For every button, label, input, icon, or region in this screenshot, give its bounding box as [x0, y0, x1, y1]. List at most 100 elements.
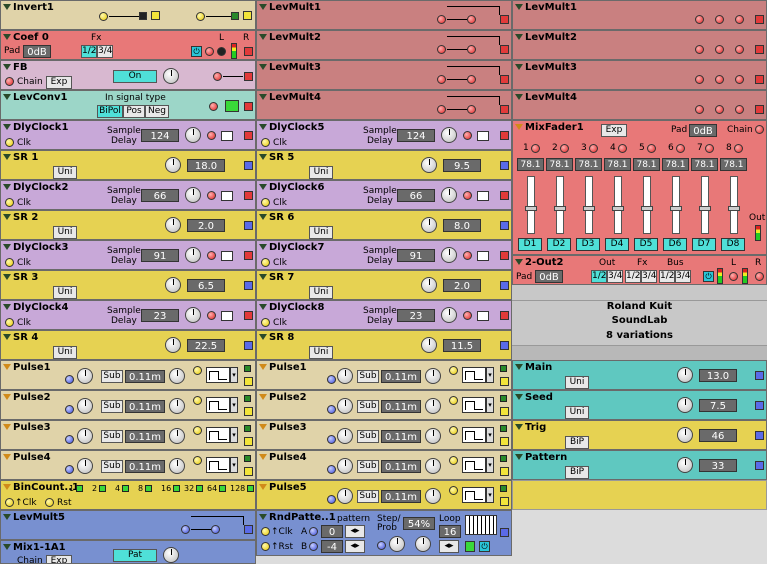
input-jack[interactable]: [209, 102, 218, 111]
clk-input-jack[interactable]: [261, 527, 270, 536]
input-jack[interactable]: [211, 525, 220, 534]
delay-knob[interactable]: [441, 127, 457, 143]
power-icon[interactable]: ⏻: [703, 271, 714, 282]
output-port[interactable]: [244, 437, 253, 446]
sr-value[interactable]: 8.0: [443, 219, 481, 232]
module-dlyclock[interactable]: DlyClock4 Clk Sample Delay 23: [0, 300, 256, 330]
uni-button[interactable]: Uni: [309, 226, 333, 239]
time-value[interactable]: 0.11m: [381, 370, 421, 383]
output-port[interactable]: [500, 191, 509, 200]
channel-level-value[interactable]: 78.1: [546, 158, 573, 171]
input-jack[interactable]: [735, 15, 744, 24]
fader-handle[interactable]: [525, 206, 537, 211]
dropdown-icon[interactable]: ▾: [486, 427, 494, 443]
sr-value[interactable]: 6.5: [187, 279, 225, 292]
input-jack[interactable]: [65, 375, 74, 384]
channel-level-value[interactable]: 78.1: [633, 158, 660, 171]
input-jack[interactable]: [735, 45, 744, 54]
module-pulse[interactable]: Pulse5 Sub 0.11m ▾: [256, 480, 512, 510]
sub-button[interactable]: Sub: [357, 490, 379, 503]
mod-knob[interactable]: [77, 458, 93, 474]
trigger-input-jack[interactable]: [449, 396, 458, 405]
input-jack[interactable]: [217, 47, 226, 56]
module-pulse[interactable]: Pulse2 Sub 0.11m ▾: [0, 390, 256, 420]
module-dlyclock[interactable]: DlyClock6 Clk Sample Delay 66: [256, 180, 512, 210]
step-knob[interactable]: [389, 536, 405, 552]
delay-knob[interactable]: [441, 247, 457, 263]
clk-input-jack[interactable]: [261, 258, 270, 267]
module-levmult[interactable]: LevMult4: [256, 90, 512, 120]
input-jack[interactable]: [735, 105, 744, 114]
dropdown-icon[interactable]: ▾: [230, 397, 238, 413]
sr-value[interactable]: 9.5: [443, 159, 481, 172]
channel-input-jack[interactable]: [589, 144, 598, 153]
module-levmult[interactable]: LevMult2: [256, 30, 512, 60]
collapse-icon[interactable]: [515, 34, 523, 40]
collapse-icon[interactable]: [259, 214, 267, 220]
channel-fader[interactable]: [641, 176, 653, 234]
module-sr[interactable]: SR 2 Uni 2.0: [0, 210, 256, 240]
left-input-jack[interactable]: [729, 272, 738, 281]
delay-value[interactable]: 91: [397, 249, 435, 262]
value-knob[interactable]: [677, 427, 693, 443]
value-knob[interactable]: [421, 217, 437, 233]
channel-input-jack[interactable]: [531, 144, 540, 153]
time-knob[interactable]: [425, 398, 441, 414]
input-jack[interactable]: [467, 75, 476, 84]
output-port[interactable]: [755, 15, 764, 24]
output-port[interactable]: [244, 102, 253, 111]
collapse-icon[interactable]: [259, 184, 267, 190]
delay-value[interactable]: 124: [397, 129, 435, 142]
collapse-icon[interactable]: [3, 184, 11, 190]
module-constant[interactable]: Main Uni 13.0: [512, 360, 767, 390]
collapse-icon[interactable]: [259, 154, 267, 160]
channel-level-value[interactable]: 78.1: [662, 158, 689, 171]
output-port[interactable]: [500, 75, 509, 84]
collapse-icon[interactable]: [259, 334, 267, 340]
input-jack[interactable]: [65, 435, 74, 444]
time-value[interactable]: 0.11m: [125, 400, 165, 413]
trigger-input-jack[interactable]: [449, 366, 458, 375]
a-value[interactable]: 0: [321, 525, 343, 538]
delay-value[interactable]: 66: [397, 189, 435, 202]
clk-input-jack[interactable]: [5, 138, 14, 147]
output-port[interactable]: [244, 467, 253, 476]
loop-value[interactable]: 16: [439, 525, 461, 538]
output-port[interactable]: [244, 341, 253, 350]
output-port[interactable]: [244, 407, 253, 416]
pad-value[interactable]: 0dB: [689, 124, 717, 137]
input-jack[interactable]: [695, 105, 704, 114]
out-12-button[interactable]: 1/2: [591, 270, 607, 283]
chain-input-jack[interactable]: [755, 125, 764, 134]
module-levmult[interactable]: LevMult4: [512, 90, 767, 120]
time-value[interactable]: 0.11m: [381, 460, 421, 473]
output-port[interactable]: [500, 377, 509, 386]
sub-button[interactable]: Sub: [357, 370, 379, 383]
delay-value[interactable]: 23: [141, 309, 179, 322]
trigger-input-jack[interactable]: [193, 456, 202, 465]
channel-fader[interactable]: [699, 176, 711, 234]
input-jack[interactable]: [467, 45, 476, 54]
output-port[interactable]: [500, 221, 509, 230]
input-jack[interactable]: [463, 191, 472, 200]
channel-input-jack[interactable]: [618, 144, 627, 153]
output-port[interactable]: [500, 251, 509, 260]
value-knob[interactable]: [421, 157, 437, 173]
module-2out2[interactable]: 2-Out2 Pad 0dB Out Fx Bus 1/2 3/4 1/2 3/…: [512, 255, 767, 285]
dropdown-icon[interactable]: ▾: [486, 367, 494, 383]
module-pulse[interactable]: Pulse4 Sub 0.11m ▾: [256, 450, 512, 480]
mod-knob[interactable]: [77, 398, 93, 414]
output-port[interactable]: [244, 161, 253, 170]
module-sr[interactable]: SR 5 Uni 9.5: [256, 150, 512, 180]
input-jack[interactable]: [327, 435, 336, 444]
sub-button[interactable]: Sub: [357, 400, 379, 413]
output-port[interactable]: [500, 341, 509, 350]
mode-button[interactable]: Uni: [565, 406, 589, 419]
module-constant[interactable]: Seed Uni 7.5: [512, 390, 767, 420]
pad-value[interactable]: 0dB: [23, 45, 51, 58]
collapse-icon[interactable]: [515, 124, 523, 130]
module-pulse[interactable]: Pulse2 Sub 0.11m ▾: [256, 390, 512, 420]
channel-level-value[interactable]: 78.1: [604, 158, 631, 171]
clk-input-jack[interactable]: [5, 198, 14, 207]
module-pulse[interactable]: Pulse1 Sub 0.11m ▾: [256, 360, 512, 390]
